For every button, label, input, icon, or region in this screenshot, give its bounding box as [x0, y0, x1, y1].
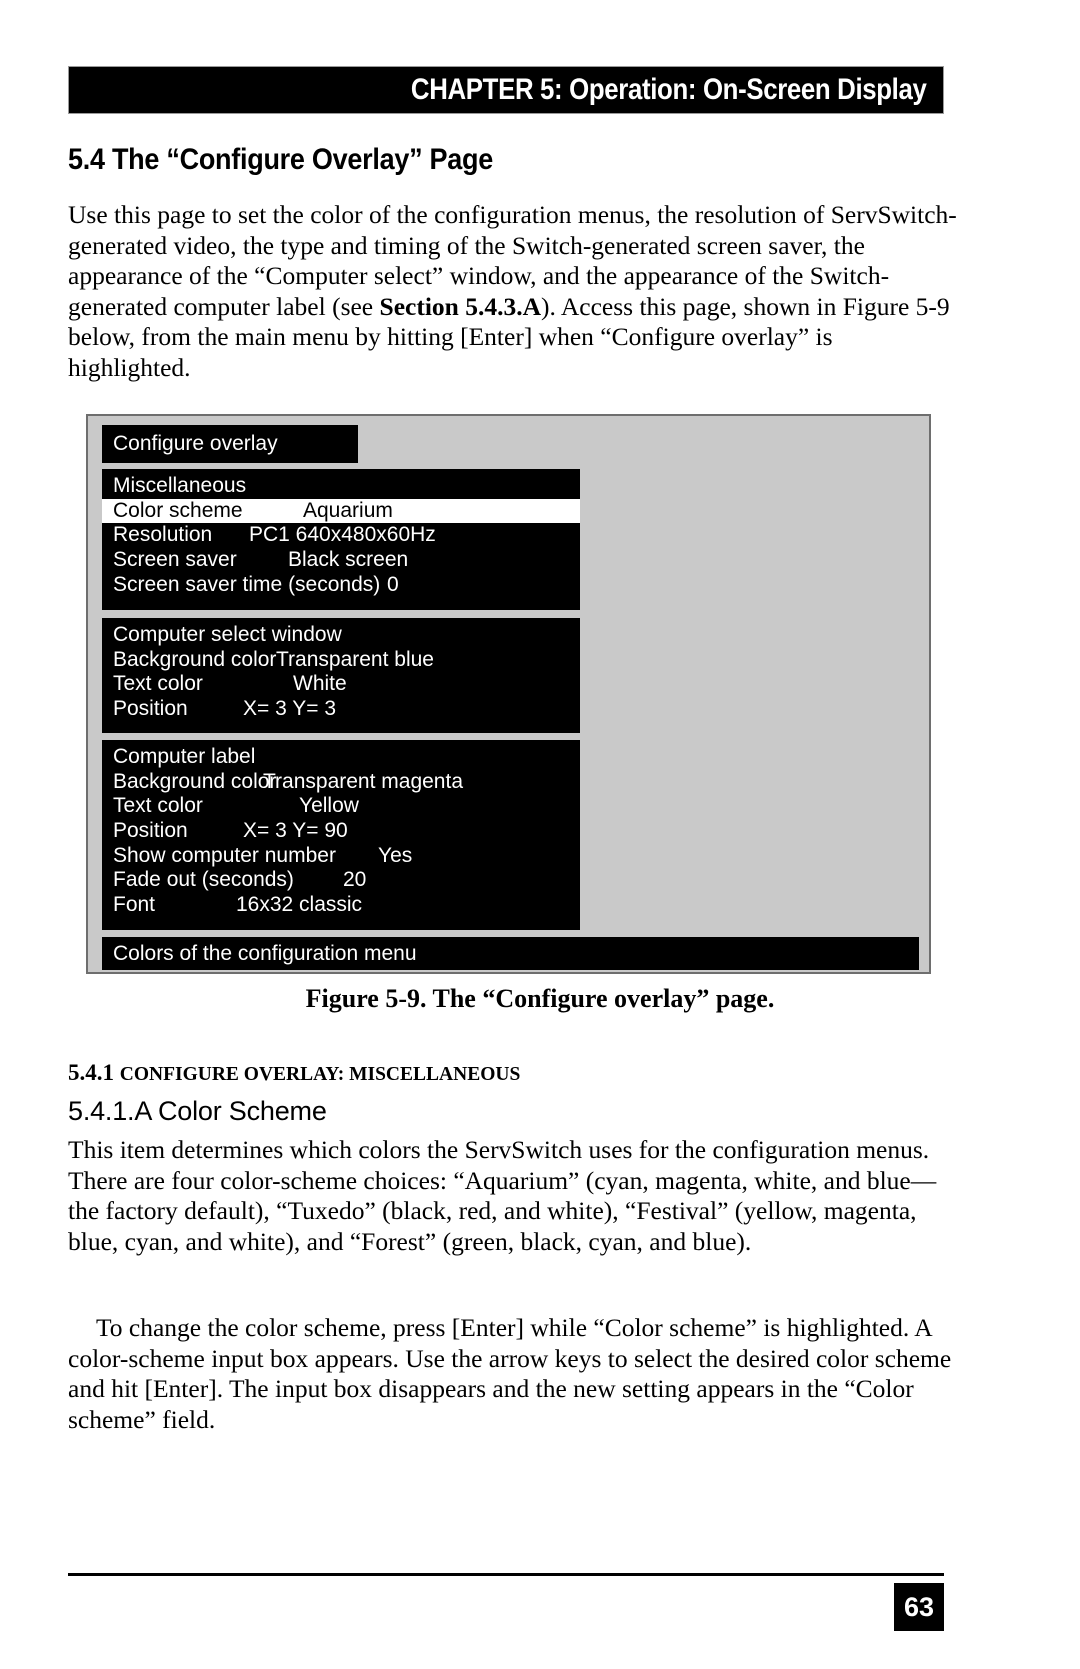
osd-row[interactable]: Text color White	[102, 672, 580, 697]
subsection-title: Configure Overlay: Miscellaneous	[119, 1064, 521, 1085]
osd-row-label: Fade out (seconds)	[113, 868, 294, 892]
osd-row[interactable]: Screen saver Black screen	[102, 548, 580, 573]
osd-row-value: 20	[343, 868, 367, 892]
osd-panel-colors-of-configuration-menu[interactable]: Colors of the configuration menu	[102, 937, 919, 970]
body-paragraph-2: To change the color scheme, press [Enter…	[68, 1313, 952, 1434]
osd-row-value: White	[293, 672, 347, 696]
osd-row[interactable]: Font 16x32 classic	[102, 893, 580, 918]
osd-row-value: PC1 640x480x60Hz	[249, 523, 436, 547]
osd-row-label: Background color	[113, 647, 277, 671]
osd-row[interactable]: Fade out (seconds) 20	[102, 868, 580, 893]
osd-title-label: Configure overlay	[113, 432, 278, 455]
osd-row[interactable]: Background colorTransparent magenta	[102, 770, 580, 795]
osd-row-label: Show computer number	[113, 843, 336, 867]
osd-row-value: Transparent blue	[276, 647, 434, 671]
osd-row-label: Computer label	[113, 745, 256, 768]
osd-row-label: Font	[113, 893, 156, 917]
osd-figure: Configure overlay Miscellaneous Color sch…	[86, 414, 931, 974]
intro-paragraph: Use this page to set the color of the co…	[68, 200, 958, 384]
osd-panel-computer-label: Computer label Background colorTransparen…	[102, 740, 580, 930]
osd-row[interactable]: Text color Yellow	[102, 794, 580, 819]
osd-row-label: Text color	[113, 672, 203, 696]
section-heading: 5.4 The “Configure Overlay” Page	[68, 143, 493, 176]
osd-row-label: Computer select window	[113, 623, 342, 646]
osd-row-value: Black screen	[288, 548, 409, 572]
osd-row-label: Position	[113, 819, 188, 843]
osd-row-value: X= 3 Y= 3	[243, 697, 337, 721]
running-header: CHAPTER 5: Operation: On-Screen Display	[68, 66, 944, 114]
osd-row-value: Transparent magenta	[263, 769, 464, 793]
subsection-number: 5.4.1	[68, 1060, 120, 1085]
osd-row-value: Aquarium	[303, 498, 393, 522]
osd-row-value: 0	[387, 572, 399, 596]
page-number: 63	[903, 1591, 935, 1622]
osd-row-label: Text color	[113, 794, 203, 818]
osd-panel-miscellaneous: Miscellaneous Color scheme Aquarium Resolut…	[102, 469, 580, 610]
figure-caption: Figure 5-9. The “Configure overlay” page…	[305, 984, 775, 1013]
osd-row[interactable]: Background colorTransparent blue	[102, 648, 580, 673]
osd-row-value: Yellow	[299, 794, 359, 818]
subsection-heading-5-4-1-a: 5.4.1.A Color Scheme	[68, 1096, 327, 1126]
running-header-title: CHAPTER 5: Operation: On-Screen Display	[411, 73, 927, 106]
osd-row-label: Position	[113, 697, 188, 721]
osd-row-value: X= 3 Y= 90	[243, 819, 348, 843]
subsection-heading-5-4-1: 5.4.1 Configure Overlay: Miscellaneous	[68, 1060, 520, 1086]
intro-bold-reference: Section 5.4.3.A	[379, 291, 542, 321]
osd-row[interactable]: Computer select window	[102, 623, 580, 648]
osd-row-label: Color scheme	[113, 498, 243, 522]
osd-panel-computer-select-window: Computer select window Background colorTr…	[102, 618, 580, 733]
osd-title-bar: Configure overlay	[102, 425, 358, 463]
osd-row-label: Screen saver	[113, 548, 237, 572]
osd-row[interactable]: Position X= 3 Y= 3	[102, 697, 580, 722]
osd-row[interactable]: Computer label	[102, 745, 580, 770]
osd-row-label: Screen saver time (seconds)	[113, 572, 381, 596]
osd-row-label: Miscellaneous	[113, 474, 247, 497]
osd-row[interactable]: Colors of the configuration menu	[102, 937, 417, 970]
osd-row-label: Resolution	[113, 523, 213, 547]
osd-row-label: Background color	[113, 769, 277, 793]
body-paragraph-1: This item determines which colors the Se…	[68, 1135, 937, 1256]
manual-page: CHAPTER 5: Operation: On-Screen Display …	[0, 0, 1080, 1669]
osd-row-value: Yes	[378, 843, 413, 867]
osd-row[interactable]: Color scheme Aquarium	[102, 498, 580, 524]
osd-row[interactable]: Resolution PC1 640x480x60Hz	[102, 523, 580, 548]
osd-row-label: Colors of the configuration menu	[113, 942, 417, 965]
osd-row-value: 16x32 classic	[236, 893, 363, 917]
footer-rule	[68, 1573, 944, 1576]
page-number-badge: 63	[894, 1583, 944, 1631]
osd-row[interactable]: Position X= 3 Y= 90	[102, 819, 580, 844]
osd-row[interactable]: Show computer number Yes	[102, 844, 580, 869]
osd-row[interactable]: Screen saver time (seconds) 0	[102, 573, 580, 598]
osd-row[interactable]: Miscellaneous	[102, 474, 580, 499]
